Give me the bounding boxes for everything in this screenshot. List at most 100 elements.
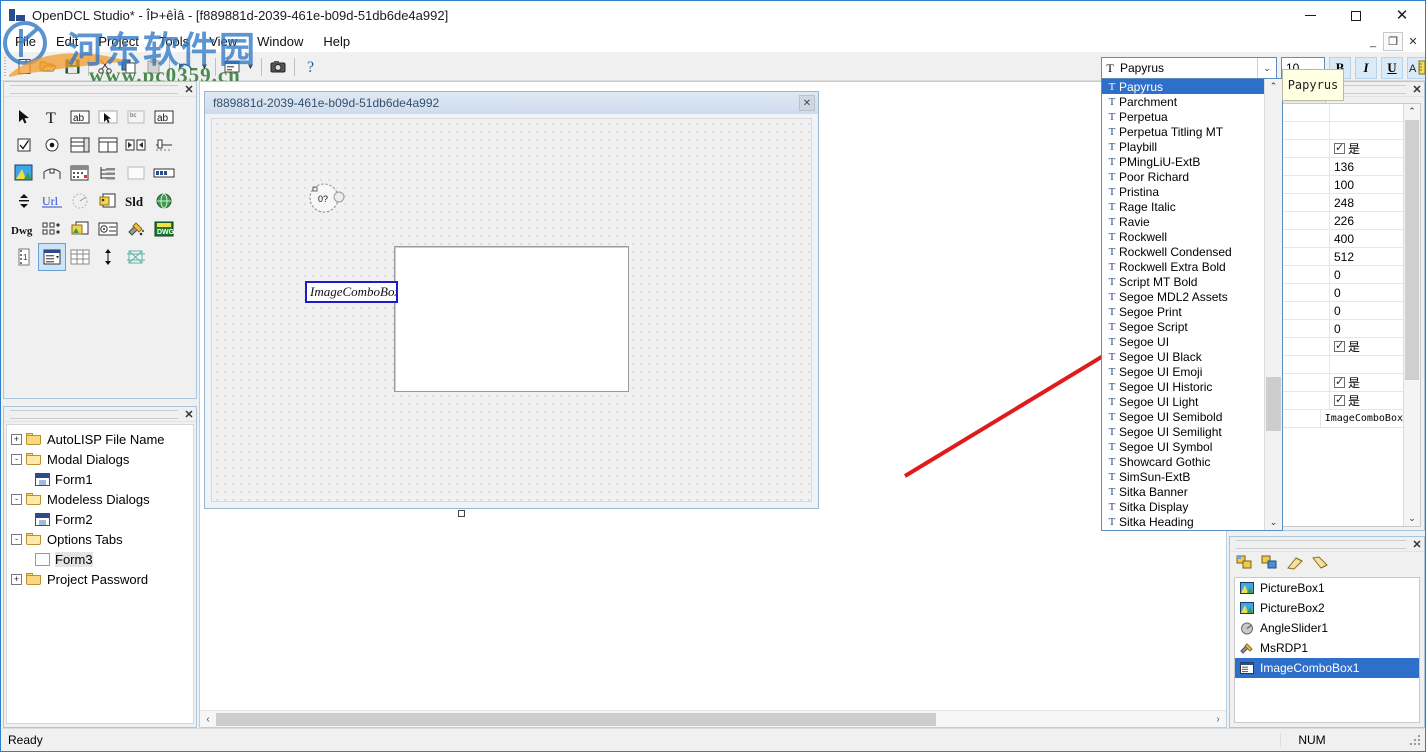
imagecombobox-tool[interactable] bbox=[38, 243, 66, 271]
chevron-down-icon[interactable]: ⌄ bbox=[1257, 58, 1276, 78]
checkbox-checked-icon[interactable] bbox=[1334, 339, 1345, 352]
font-list-item[interactable]: T Sitka Heading bbox=[1102, 514, 1264, 529]
property-value[interactable]: 136 bbox=[1330, 158, 1403, 175]
form-designer-caption[interactable]: f889881d-2039-461e-b09d-51db6de4a992 ✕ bbox=[205, 92, 818, 114]
font-list-item[interactable]: T Sitka Display bbox=[1102, 499, 1264, 514]
move-down-icon[interactable] bbox=[1311, 555, 1329, 574]
tree-node-form1[interactable]: Form1 bbox=[7, 469, 193, 489]
property-value[interactable]: 248 bbox=[1330, 194, 1403, 211]
tree-node-form2[interactable]: Form2 bbox=[7, 509, 193, 529]
property-value[interactable]: 0 bbox=[1330, 284, 1403, 301]
property-value[interactable]: 是 bbox=[1330, 140, 1403, 157]
calendar-tool[interactable] bbox=[66, 159, 94, 187]
crop-tool[interactable] bbox=[122, 243, 150, 271]
copy-button[interactable] bbox=[117, 55, 141, 78]
angleslider-control[interactable]: 0? bbox=[308, 179, 346, 217]
font-list-item[interactable]: T Segoe UI Emoji bbox=[1102, 364, 1264, 379]
properties-scroll-down-icon[interactable]: ⌄ bbox=[1404, 511, 1420, 526]
property-value[interactable]: 是 bbox=[1330, 338, 1403, 355]
scroll-right-arrow-icon[interactable]: › bbox=[1210, 714, 1226, 725]
property-value[interactable]: 100 bbox=[1330, 176, 1403, 193]
checkbox-checked-icon[interactable] bbox=[1334, 375, 1345, 388]
paste-button[interactable] bbox=[141, 55, 165, 78]
font-list-scrollbar[interactable]: ⌃ ⌄ bbox=[1264, 79, 1282, 530]
pointer-tool[interactable] bbox=[10, 103, 38, 131]
tree-node-form3[interactable]: Form3 bbox=[7, 549, 193, 569]
mdi-minimize-button[interactable]: _ bbox=[1363, 32, 1383, 51]
property-value[interactable]: 400 bbox=[1330, 230, 1403, 247]
save-button[interactable] bbox=[60, 55, 84, 78]
listbox-tool[interactable] bbox=[66, 131, 94, 159]
window-maximize-button[interactable] bbox=[1333, 1, 1379, 30]
property-value[interactable]: ImageComboBox bbox=[1321, 410, 1403, 427]
font-list-item[interactable]: T Perpetua Titling MT bbox=[1102, 124, 1264, 139]
paintbox-tool[interactable] bbox=[38, 159, 66, 187]
control-list-item[interactable]: PictureBox2 bbox=[1235, 598, 1419, 618]
form-dropdown-arrow-icon[interactable]: ▼ bbox=[244, 55, 257, 78]
picturebox-control[interactable] bbox=[394, 246, 629, 392]
property-value[interactable]: 是 bbox=[1330, 392, 1403, 409]
font-list-item[interactable]: T Segoe Print bbox=[1102, 304, 1264, 319]
picturebox-tool[interactable] bbox=[10, 159, 38, 187]
property-value[interactable]: 226 bbox=[1330, 212, 1403, 229]
font-list-item[interactable]: T Segoe UI Symbol bbox=[1102, 439, 1264, 454]
controls-list-caption[interactable]: ✕ bbox=[1230, 537, 1424, 552]
cut-button[interactable] bbox=[93, 55, 117, 78]
tree-node-modeless-dialogs[interactable]: - Modeless Dialogs bbox=[7, 489, 193, 509]
menu-item-help[interactable]: Help bbox=[313, 32, 360, 51]
editbox-tool[interactable]: ab bbox=[66, 103, 94, 131]
menu-item-project[interactable]: Project bbox=[88, 32, 148, 51]
font-list-item[interactable]: T Parchment bbox=[1102, 94, 1264, 109]
slider-tool[interactable] bbox=[150, 131, 178, 159]
font-list-item[interactable]: T Segoe UI bbox=[1102, 334, 1264, 349]
window-minimize-button[interactable] bbox=[1287, 1, 1333, 30]
form-designer-close-icon[interactable]: ✕ bbox=[799, 95, 815, 111]
menu-item-file[interactable]: File bbox=[5, 32, 46, 51]
underline-button[interactable]: U bbox=[1381, 57, 1403, 79]
dwg-tool[interactable]: Dwg bbox=[10, 215, 38, 243]
controls-list-drag-grip[interactable] bbox=[1236, 539, 1406, 549]
panel-tool[interactable] bbox=[122, 159, 150, 187]
italic-button[interactable]: I bbox=[1355, 57, 1377, 79]
font-list-item[interactable]: T Rockwell Condensed bbox=[1102, 244, 1264, 259]
font-list-item[interactable]: T PMingLiU-ExtB bbox=[1102, 154, 1264, 169]
url-tool[interactable]: Url bbox=[38, 187, 66, 215]
picker-tool[interactable] bbox=[94, 103, 122, 131]
project-tree-caption[interactable]: ✕ bbox=[4, 407, 196, 422]
properties-scrollbar[interactable]: ⌃ ⌄ bbox=[1403, 104, 1420, 526]
treeview-tool[interactable] bbox=[94, 159, 122, 187]
form-button[interactable] bbox=[220, 55, 244, 78]
image-tool[interactable] bbox=[94, 187, 122, 215]
font-list-item[interactable]: T Segoe UI Black bbox=[1102, 349, 1264, 364]
property-value[interactable] bbox=[1330, 122, 1403, 139]
menu-item-window[interactable]: Window bbox=[247, 32, 313, 51]
properties-scroll-thumb[interactable] bbox=[1405, 120, 1419, 380]
font-list-scroll-up-icon[interactable]: ⌃ bbox=[1265, 79, 1282, 94]
toolbox-drag-grip[interactable] bbox=[10, 84, 178, 94]
font-list-item-selected[interactable]: T Papyrus bbox=[1102, 79, 1264, 94]
checkbox-checked-icon[interactable] bbox=[1334, 393, 1345, 406]
checkbox-checked-icon[interactable] bbox=[1334, 141, 1345, 154]
property-value[interactable]: 0 bbox=[1330, 320, 1403, 337]
property-value[interactable]: 0 bbox=[1330, 266, 1403, 283]
webbrowser-tool[interactable] bbox=[150, 187, 178, 215]
expander-plus-icon[interactable]: + bbox=[11, 573, 22, 585]
project-tree-drag-grip[interactable] bbox=[10, 409, 178, 419]
toolbox-caption[interactable]: ✕ bbox=[4, 82, 196, 97]
expander-minus-icon[interactable]: - bbox=[11, 533, 22, 545]
checkbox-tool[interactable] bbox=[10, 131, 38, 159]
tab-tool[interactable] bbox=[122, 131, 150, 159]
resize-grip-icon[interactable] bbox=[1406, 731, 1424, 749]
scroll-track[interactable] bbox=[216, 712, 1210, 726]
imagecombobox-control[interactable]: ImageComboBox1 bbox=[305, 281, 398, 303]
font-list-item[interactable]: T Ravie bbox=[1102, 214, 1264, 229]
undo-button[interactable] bbox=[174, 55, 198, 78]
font-list-scroll-down-icon[interactable]: ⌄ bbox=[1265, 515, 1282, 530]
spinner-tool[interactable] bbox=[10, 187, 38, 215]
font-list-item[interactable]: T Rockwell Extra Bold bbox=[1102, 259, 1264, 274]
grid-tool[interactable] bbox=[66, 243, 94, 271]
font-list-item[interactable]: T Playbill bbox=[1102, 139, 1264, 154]
font-list-item[interactable]: T Segoe UI Semilight bbox=[1102, 424, 1264, 439]
properties-close-icon[interactable]: ✕ bbox=[1410, 83, 1424, 96]
progressbar-tool[interactable] bbox=[150, 159, 178, 187]
